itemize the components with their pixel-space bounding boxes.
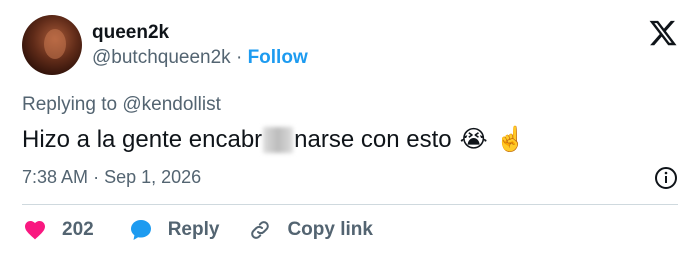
pointing-up-emoji: ☝️ (495, 126, 526, 153)
tweet-text-after: narse con esto (294, 125, 452, 153)
avatar[interactable] (22, 15, 82, 75)
replying-to: Replying to @kendollist (22, 94, 221, 116)
crying-emoji: 😭 (459, 126, 488, 153)
tweet-time: 7:38 AM (22, 167, 89, 187)
user-handle[interactable]: @butchqueen2k (92, 47, 231, 68)
handle-separator: · (235, 47, 243, 68)
x-logo-icon[interactable] (648, 18, 678, 48)
display-name[interactable]: queen2k (92, 22, 169, 44)
like-count: 202 (62, 219, 94, 240)
handle-line: @butchqueen2k · Follow (92, 47, 308, 69)
replying-prefix: Replying to (22, 94, 118, 115)
like-button[interactable]: 202 (22, 218, 94, 242)
censored-blur (263, 126, 294, 153)
reply-button[interactable]: Reply (128, 218, 220, 242)
timestamp-separator: · (93, 167, 100, 187)
reply-bubble-icon (130, 220, 151, 240)
timestamp[interactable]: 7:38 AM · Sep 1, 2026 (22, 167, 201, 188)
divider (22, 204, 678, 205)
copy-link-label: Copy link (287, 219, 373, 240)
tweet-text: Hizo a la gente encabr narse con esto 😭 ☝… (22, 125, 526, 154)
copy-link-button[interactable]: Copy link (247, 218, 373, 242)
action-bar: 202 Reply Copy link (22, 216, 373, 244)
info-icon[interactable] (654, 166, 678, 190)
tweet-text-before: Hizo a la gente encabr (22, 125, 263, 153)
link-icon (251, 221, 270, 239)
heart-icon (25, 221, 45, 240)
reply-label: Reply (167, 219, 220, 240)
follow-button[interactable]: Follow (248, 47, 308, 68)
tweet-date: Sep 1, 2026 (104, 167, 202, 187)
reply-target-handle[interactable]: @kendollist (122, 94, 221, 115)
